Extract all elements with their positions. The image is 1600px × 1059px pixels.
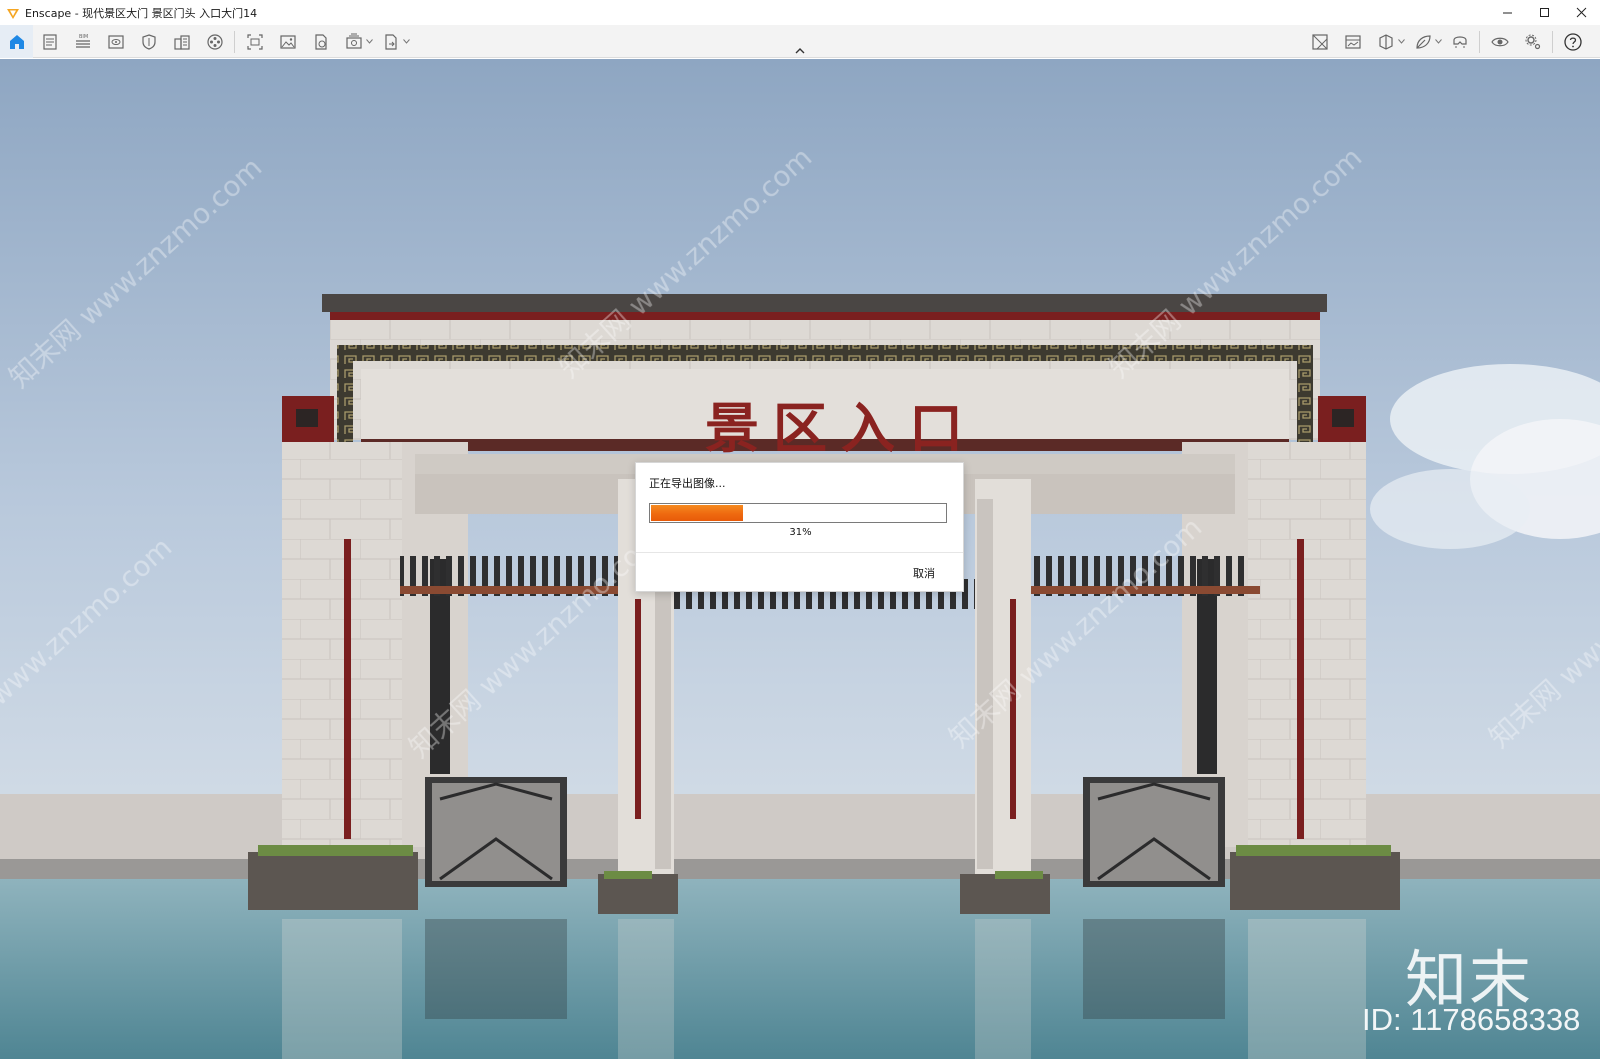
minimize-icon: [1503, 12, 1512, 14]
buildings-button[interactable]: [165, 25, 198, 58]
film-reel-button[interactable]: [198, 25, 231, 58]
image-panel-icon: [1344, 34, 1361, 49]
view-button[interactable]: [99, 25, 132, 58]
settings-icon: [1525, 34, 1540, 49]
help-icon: [1563, 32, 1582, 51]
bim-list-icon: BIM: [75, 34, 90, 48]
maximize-icon: [1540, 8, 1549, 17]
capture-frame-icon: [246, 33, 263, 50]
capture-frame-button[interactable]: [238, 25, 271, 58]
export-progress-dialog: 正在导出图像... 31% 取消: [635, 462, 964, 592]
cube-icon: [1378, 33, 1393, 50]
bim-list-button[interactable]: BIM: [66, 25, 99, 58]
view-icon: [107, 34, 124, 49]
shield-button[interactable]: [132, 25, 165, 58]
home-icon: [9, 34, 24, 49]
collapse-toolbar-icon[interactable]: [793, 46, 807, 56]
image-panel-button[interactable]: [1336, 25, 1369, 58]
dialog-divider: [636, 552, 963, 553]
maximize-button[interactable]: [1526, 0, 1563, 25]
title-bar: Enscape - 现代景区大门 景区门头 入口大门14: [0, 0, 1600, 25]
image-button[interactable]: [271, 25, 304, 58]
dialog-title: 正在导出图像...: [649, 477, 726, 490]
toolbar: BIM: [0, 25, 1600, 58]
leaf-icon: [1415, 34, 1431, 49]
window-controls: [1489, 0, 1600, 25]
material-button[interactable]: [1303, 25, 1336, 58]
vr-headset-button[interactable]: [1443, 25, 1476, 58]
batch-render-icon: [345, 33, 362, 49]
close-button[interactable]: [1563, 0, 1600, 25]
eye-icon: [1490, 37, 1509, 46]
toolbar-left-group: BIM: [0, 25, 411, 58]
progress-bar: [649, 503, 947, 523]
window-title: Enscape - 现代景区大门 景区门头 入口大门14: [25, 6, 258, 20]
minimize-button[interactable]: [1489, 0, 1526, 25]
home-button[interactable]: [0, 25, 33, 58]
document-button[interactable]: [33, 25, 66, 58]
cancel-button[interactable]: 取消: [913, 565, 935, 581]
toolbar-separator: [1552, 30, 1553, 53]
batch-render-button[interactable]: [337, 25, 370, 58]
cube-button[interactable]: [1369, 25, 1402, 58]
settings-button[interactable]: [1516, 25, 1549, 58]
film-reel-icon: [206, 33, 223, 50]
vr-headset-icon: [1452, 35, 1467, 48]
export-doc-icon: [384, 33, 397, 50]
shield-icon: [141, 33, 156, 50]
svg-text:BIM: BIM: [79, 34, 88, 40]
image-icon: [279, 34, 296, 49]
eye-button[interactable]: [1483, 25, 1516, 58]
refresh-doc-button[interactable]: [304, 25, 337, 58]
leaf-button[interactable]: [1406, 25, 1439, 58]
help-button[interactable]: [1556, 25, 1589, 58]
toolbar-separator: [234, 30, 235, 53]
gate-sign: 景区入口: [705, 396, 977, 460]
refresh-doc-icon: [314, 33, 327, 50]
id-watermark: ID: 1178658338: [1362, 1002, 1581, 1037]
toolbar-separator: [1479, 30, 1480, 53]
buildings-icon: [173, 34, 190, 50]
progress-fill: [651, 505, 743, 521]
enscape-logo-icon: [7, 8, 19, 19]
document-icon: [42, 33, 57, 50]
progress-percent-label: 31%: [789, 527, 812, 538]
close-icon: [1576, 7, 1587, 18]
toolbar-right-group: [1303, 25, 1589, 58]
export-doc-button[interactable]: [374, 25, 407, 58]
material-icon: [1311, 33, 1328, 50]
